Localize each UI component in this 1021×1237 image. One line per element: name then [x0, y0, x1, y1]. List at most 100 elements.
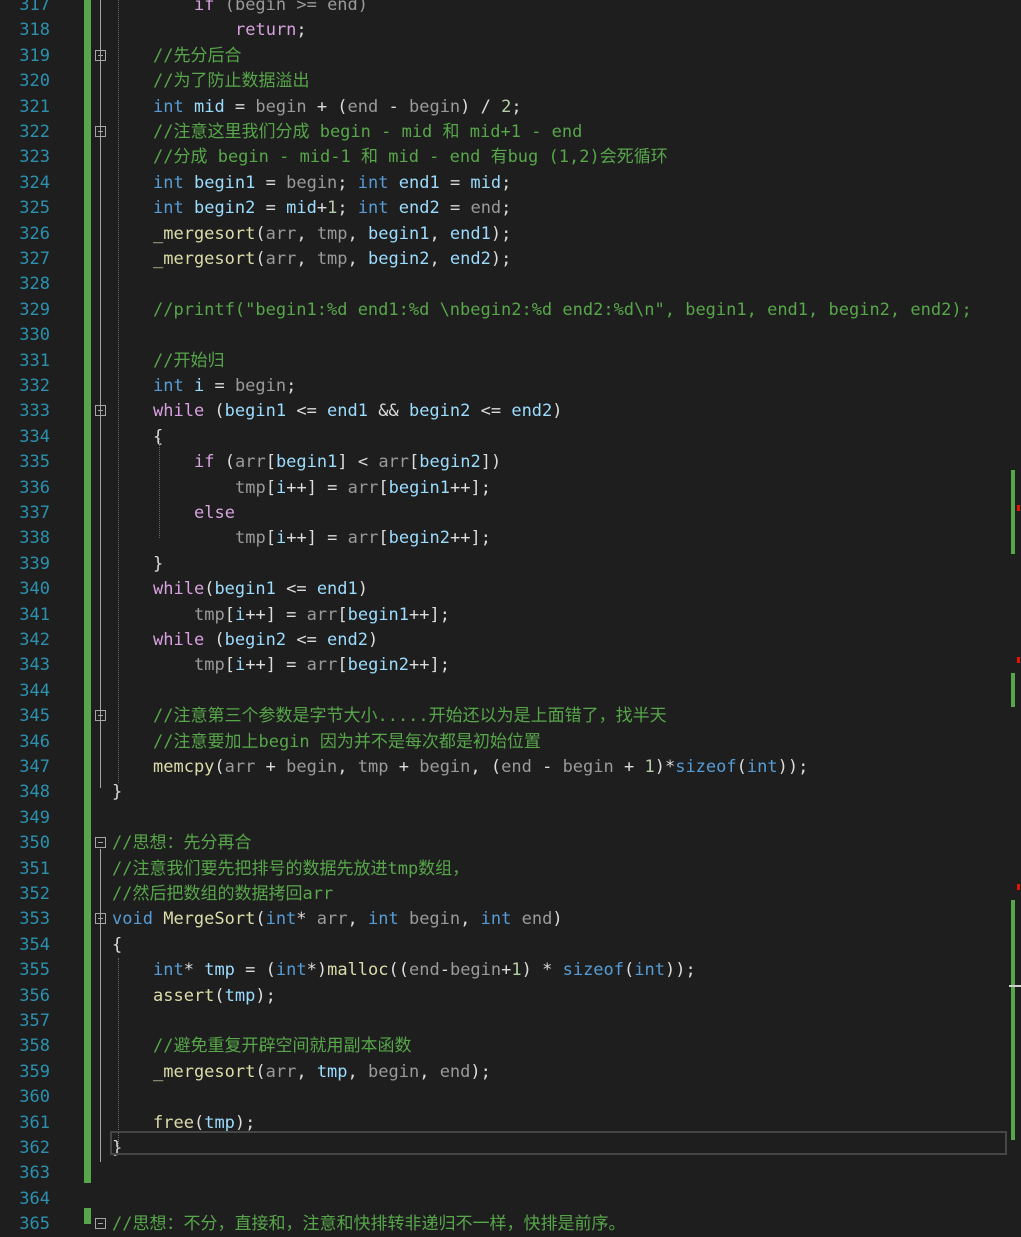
- code-line[interactable]: 346 //注意要加上begin 因为并不是每次都是初始位置: [0, 730, 1021, 755]
- code-line[interactable]: 359 _mergesort(arr, tmp, begin, end);: [0, 1060, 1021, 1085]
- vertical-scrollbar[interactable]: [1009, 0, 1021, 1224]
- fold-region-line: [100, 0, 101, 788]
- code-line[interactable]: 349: [0, 806, 1021, 831]
- collapse-icon[interactable]: [95, 837, 106, 849]
- code-line[interactable]: 325 int begin2 = mid+1; int end2 = end;: [0, 196, 1021, 221]
- code-token: [: [337, 604, 348, 625]
- code-token: ;: [286, 376, 297, 396]
- code-line[interactable]: 334{: [0, 425, 1021, 450]
- line-number: 364: [19, 1188, 50, 1209]
- code-token: 1: [327, 198, 338, 219]
- code-token: [: [378, 528, 389, 549]
- code-token: memcpy: [153, 757, 215, 777]
- code-token: int: [357, 172, 389, 193]
- code-line[interactable]: 326 _mergesort(arr, tmp, begin1, end1);: [0, 222, 1021, 247]
- code-line[interactable]: 339}: [0, 552, 1021, 577]
- code-token: [: [265, 528, 276, 549]
- code-line[interactable]: 329 //printf("begin1:%d end1:%d \nbegin2:…: [0, 298, 1021, 323]
- code-token: //分成 begin - mid-1 和 mid - end 有bug (1,2…: [153, 147, 668, 168]
- code-text: tmp[i++] = arr[begin2++];: [194, 653, 450, 678]
- code-token: //然后把数组的数据拷回arr: [112, 884, 334, 904]
- code-line[interactable]: 333 while (begin1 <= end1 && begin2 <= en…: [0, 399, 1021, 424]
- code-line[interactable]: 319 //先分后合: [0, 44, 1021, 69]
- line-number: 335: [19, 452, 50, 473]
- code-token: end2: [449, 249, 491, 269]
- code-line[interactable]: 364: [0, 1187, 1021, 1212]
- code-line[interactable]: 344: [0, 679, 1021, 704]
- code-token: ,: [419, 1061, 440, 1082]
- code-line[interactable]: 340 while(begin1 <= end1): [0, 577, 1021, 602]
- code-line[interactable]: 360: [0, 1085, 1021, 1110]
- code-token: , (: [470, 757, 502, 777]
- code-line[interactable]: 332 int i = begin;: [0, 374, 1021, 399]
- code-line[interactable]: 354 {: [0, 933, 1021, 958]
- code-line[interactable]: 365 //思想：不分，直接和，注意和快排转非递归不一样，快排是前序。: [0, 1212, 1021, 1237]
- code-token: //注意第三个参数是字节大小.....开始还以为是上面错了，找半天: [153, 706, 667, 727]
- code-token: ((: [388, 960, 409, 981]
- code-token: begin1: [388, 477, 451, 498]
- code-line[interactable]: 357: [0, 1009, 1021, 1034]
- code-token: &&: [368, 401, 409, 422]
- code-line[interactable]: 331 //开始归: [0, 349, 1021, 374]
- code-line[interactable]: 324 int begin1 = begin; int end1 = mid;: [0, 171, 1021, 196]
- code-line[interactable]: 342 while (begin2 <= end2): [0, 628, 1021, 653]
- code-line[interactable]: 345 //注意第三个参数是字节大小.....开始还以为是上面错了，找半天: [0, 704, 1021, 729]
- line-number: 327: [19, 249, 50, 269]
- code-token: arr: [306, 655, 338, 676]
- code-token: sizeof: [562, 960, 625, 981]
- scrollbar-change-marker: [1011, 470, 1015, 554]
- code-token: }: [112, 782, 123, 803]
- code-text: tmp[i++] = arr[begin1++];: [194, 603, 450, 628]
- code-token: ;: [511, 96, 522, 117]
- code-text: if (arr[begin1] < arr[begin2]): [194, 450, 501, 475]
- code-token: tmp: [204, 1112, 235, 1133]
- code-line[interactable]: 330: [0, 323, 1021, 348]
- code-line[interactable]: 323 //分成 begin - mid-1 和 mid - end 有bug (…: [0, 145, 1021, 170]
- code-token: end: [439, 1061, 471, 1082]
- code-line[interactable]: 327 _mergesort(arr, tmp, begin2, end2);: [0, 247, 1021, 272]
- code-token: begin: [286, 757, 338, 777]
- code-token: [: [409, 452, 420, 473]
- code-line[interactable]: 351 //注意我们要先把排号的数据先放进tmp数组，: [0, 857, 1021, 882]
- code-line[interactable]: 322 //注意这里我们分成 begin - mid 和 mid+1 - end: [0, 120, 1021, 145]
- code-token: i: [193, 376, 205, 396]
- code-line[interactable]: 343 tmp[i++] = arr[begin2++];: [0, 653, 1021, 678]
- code-token: arr: [234, 452, 266, 473]
- code-token: ));: [664, 960, 696, 981]
- code-token: <=: [275, 579, 317, 600]
- code-line[interactable]: 336 tmp[i++] = arr[begin1++];: [0, 476, 1021, 501]
- code-line[interactable]: 341 tmp[i++] = arr[begin1++];: [0, 603, 1021, 628]
- code-line[interactable]: 355 int* tmp = (int*)malloc((end-begin+1)…: [0, 958, 1021, 983]
- code-line[interactable]: 353 void MergeSort(int* arr, int begin, i…: [0, 907, 1021, 932]
- line-number: 345: [19, 706, 50, 727]
- code-text: int begin1 = begin; int end1 = mid;: [153, 171, 511, 196]
- code-line[interactable]: 335 if (arr[begin1] < arr[begin2]): [0, 450, 1021, 475]
- code-line[interactable]: 318 return;: [0, 18, 1021, 43]
- code-line[interactable]: 363: [0, 1161, 1021, 1186]
- code-line[interactable]: 338 tmp[i++] = arr[begin2++];: [0, 526, 1021, 551]
- code-line[interactable]: 317 if (begin >= end): [0, 0, 1021, 18]
- indent-guide: [118, 0, 119, 783]
- code-token: ,: [296, 223, 317, 244]
- code-line[interactable]: 337 else: [0, 501, 1021, 526]
- code-line[interactable]: 320 //为了防止数据溢出: [0, 69, 1021, 94]
- code-token: //思想：不分，直接和，注意和快排转非递归不一样，快排是前序。: [112, 1214, 626, 1235]
- code-token: +: [255, 757, 287, 777]
- code-line[interactable]: 352 //然后把数组的数据拷回arr: [0, 882, 1021, 907]
- code-line[interactable]: 358 //避免重复开辟空间就用副本函数: [0, 1034, 1021, 1059]
- code-line[interactable]: 350 //思想：先分再合: [0, 831, 1021, 856]
- code-text: if (begin >= end): [194, 0, 368, 18]
- code-line[interactable]: 356 assert(tmp);: [0, 984, 1021, 1009]
- line-number: 347: [19, 757, 50, 777]
- code-line[interactable]: 347 memcpy(arr + begin, tmp + begin, (end…: [0, 755, 1021, 780]
- code-token: arr: [316, 909, 348, 930]
- code-line[interactable]: 321 int mid = begin + (end - begin) / 2;: [0, 95, 1021, 120]
- code-token: = (: [234, 960, 276, 981]
- code-line[interactable]: 328: [0, 272, 1021, 297]
- code-token: =: [204, 376, 235, 396]
- code-line[interactable]: 348}: [0, 780, 1021, 805]
